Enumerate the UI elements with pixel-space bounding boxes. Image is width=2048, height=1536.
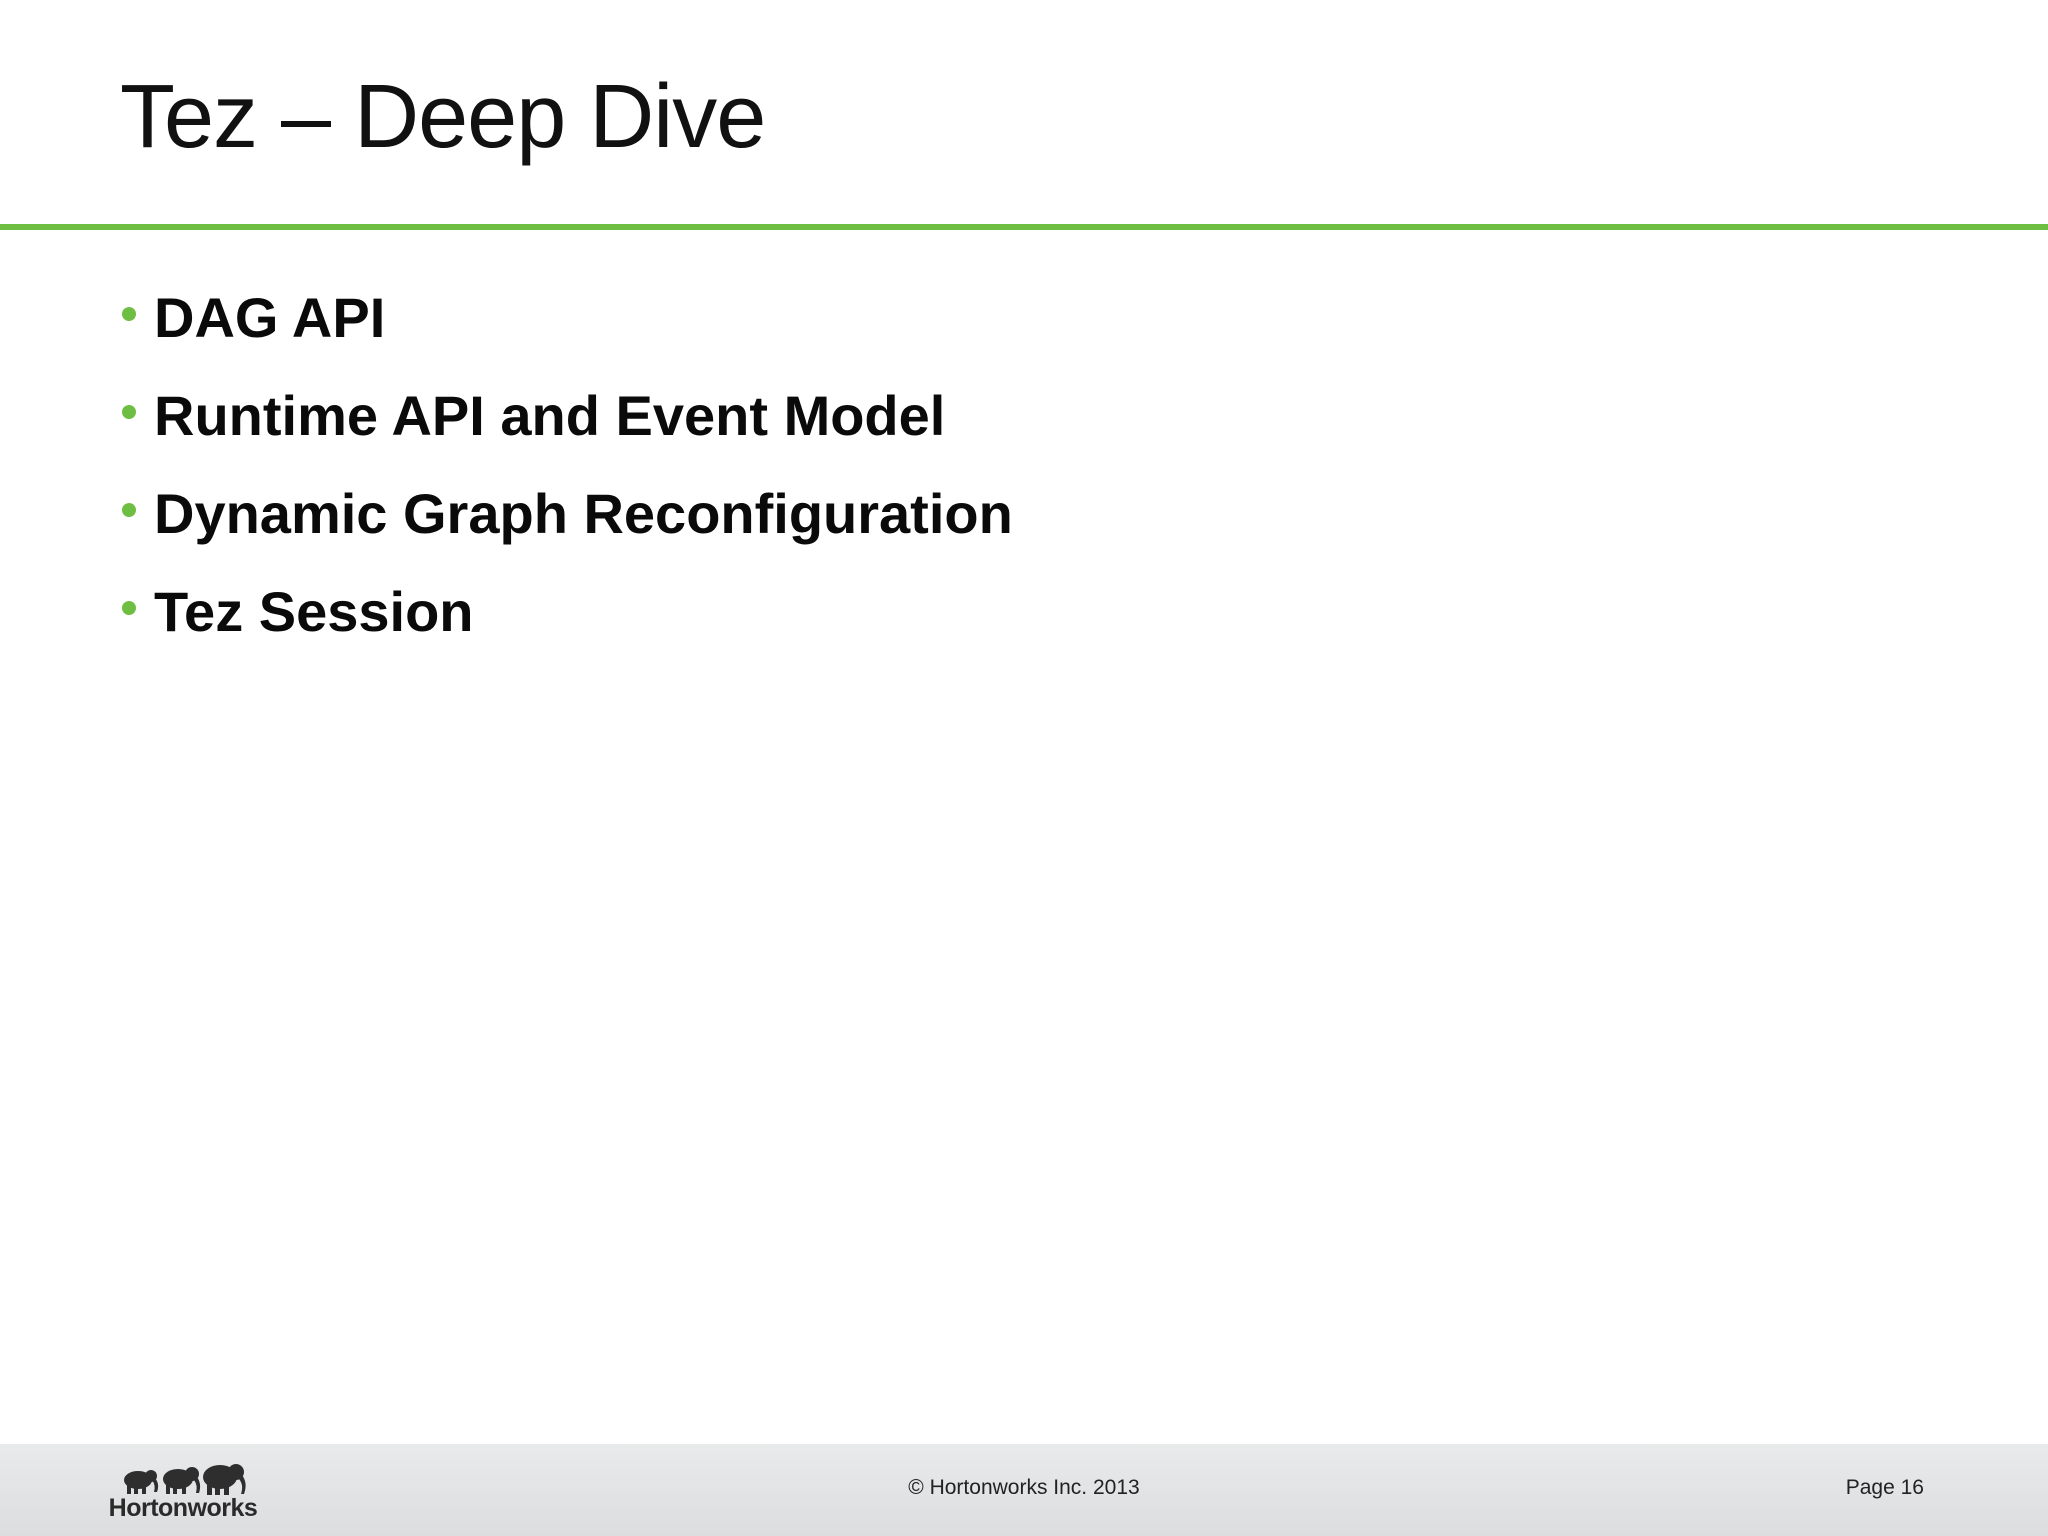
slide-title: Tez – Deep Dive [120, 67, 766, 167]
bullet-icon [122, 503, 136, 517]
bullet-icon [122, 405, 136, 419]
bullet-icon [122, 307, 136, 321]
bullet-item: Runtime API and Event Model [122, 366, 1013, 464]
title-divider [0, 224, 2048, 230]
bullet-list: DAG API Runtime API and Event Model Dyna… [122, 268, 1013, 660]
slide: Tez – Deep Dive DAG API Runtime API and … [0, 0, 2048, 1536]
page-number: Page 16 [1845, 1476, 1924, 1499]
bullet-item: Dynamic Graph Reconfiguration [122, 464, 1013, 562]
bullet-item: DAG API [122, 268, 1013, 366]
bullet-text: Dynamic Graph Reconfiguration [154, 481, 1013, 545]
copyright-text: © Hortonworks Inc. 2013 [908, 1476, 1140, 1499]
slide-footer: Hortonworks © Hortonworks Inc. 2013 Page… [0, 1444, 2048, 1536]
bullet-text: Runtime API and Event Model [154, 383, 946, 447]
bullet-icon [122, 601, 136, 615]
bullet-text: DAG API [154, 285, 386, 349]
bullet-item: Tez Session [122, 562, 1013, 660]
bullet-text: Tez Session [154, 579, 474, 643]
